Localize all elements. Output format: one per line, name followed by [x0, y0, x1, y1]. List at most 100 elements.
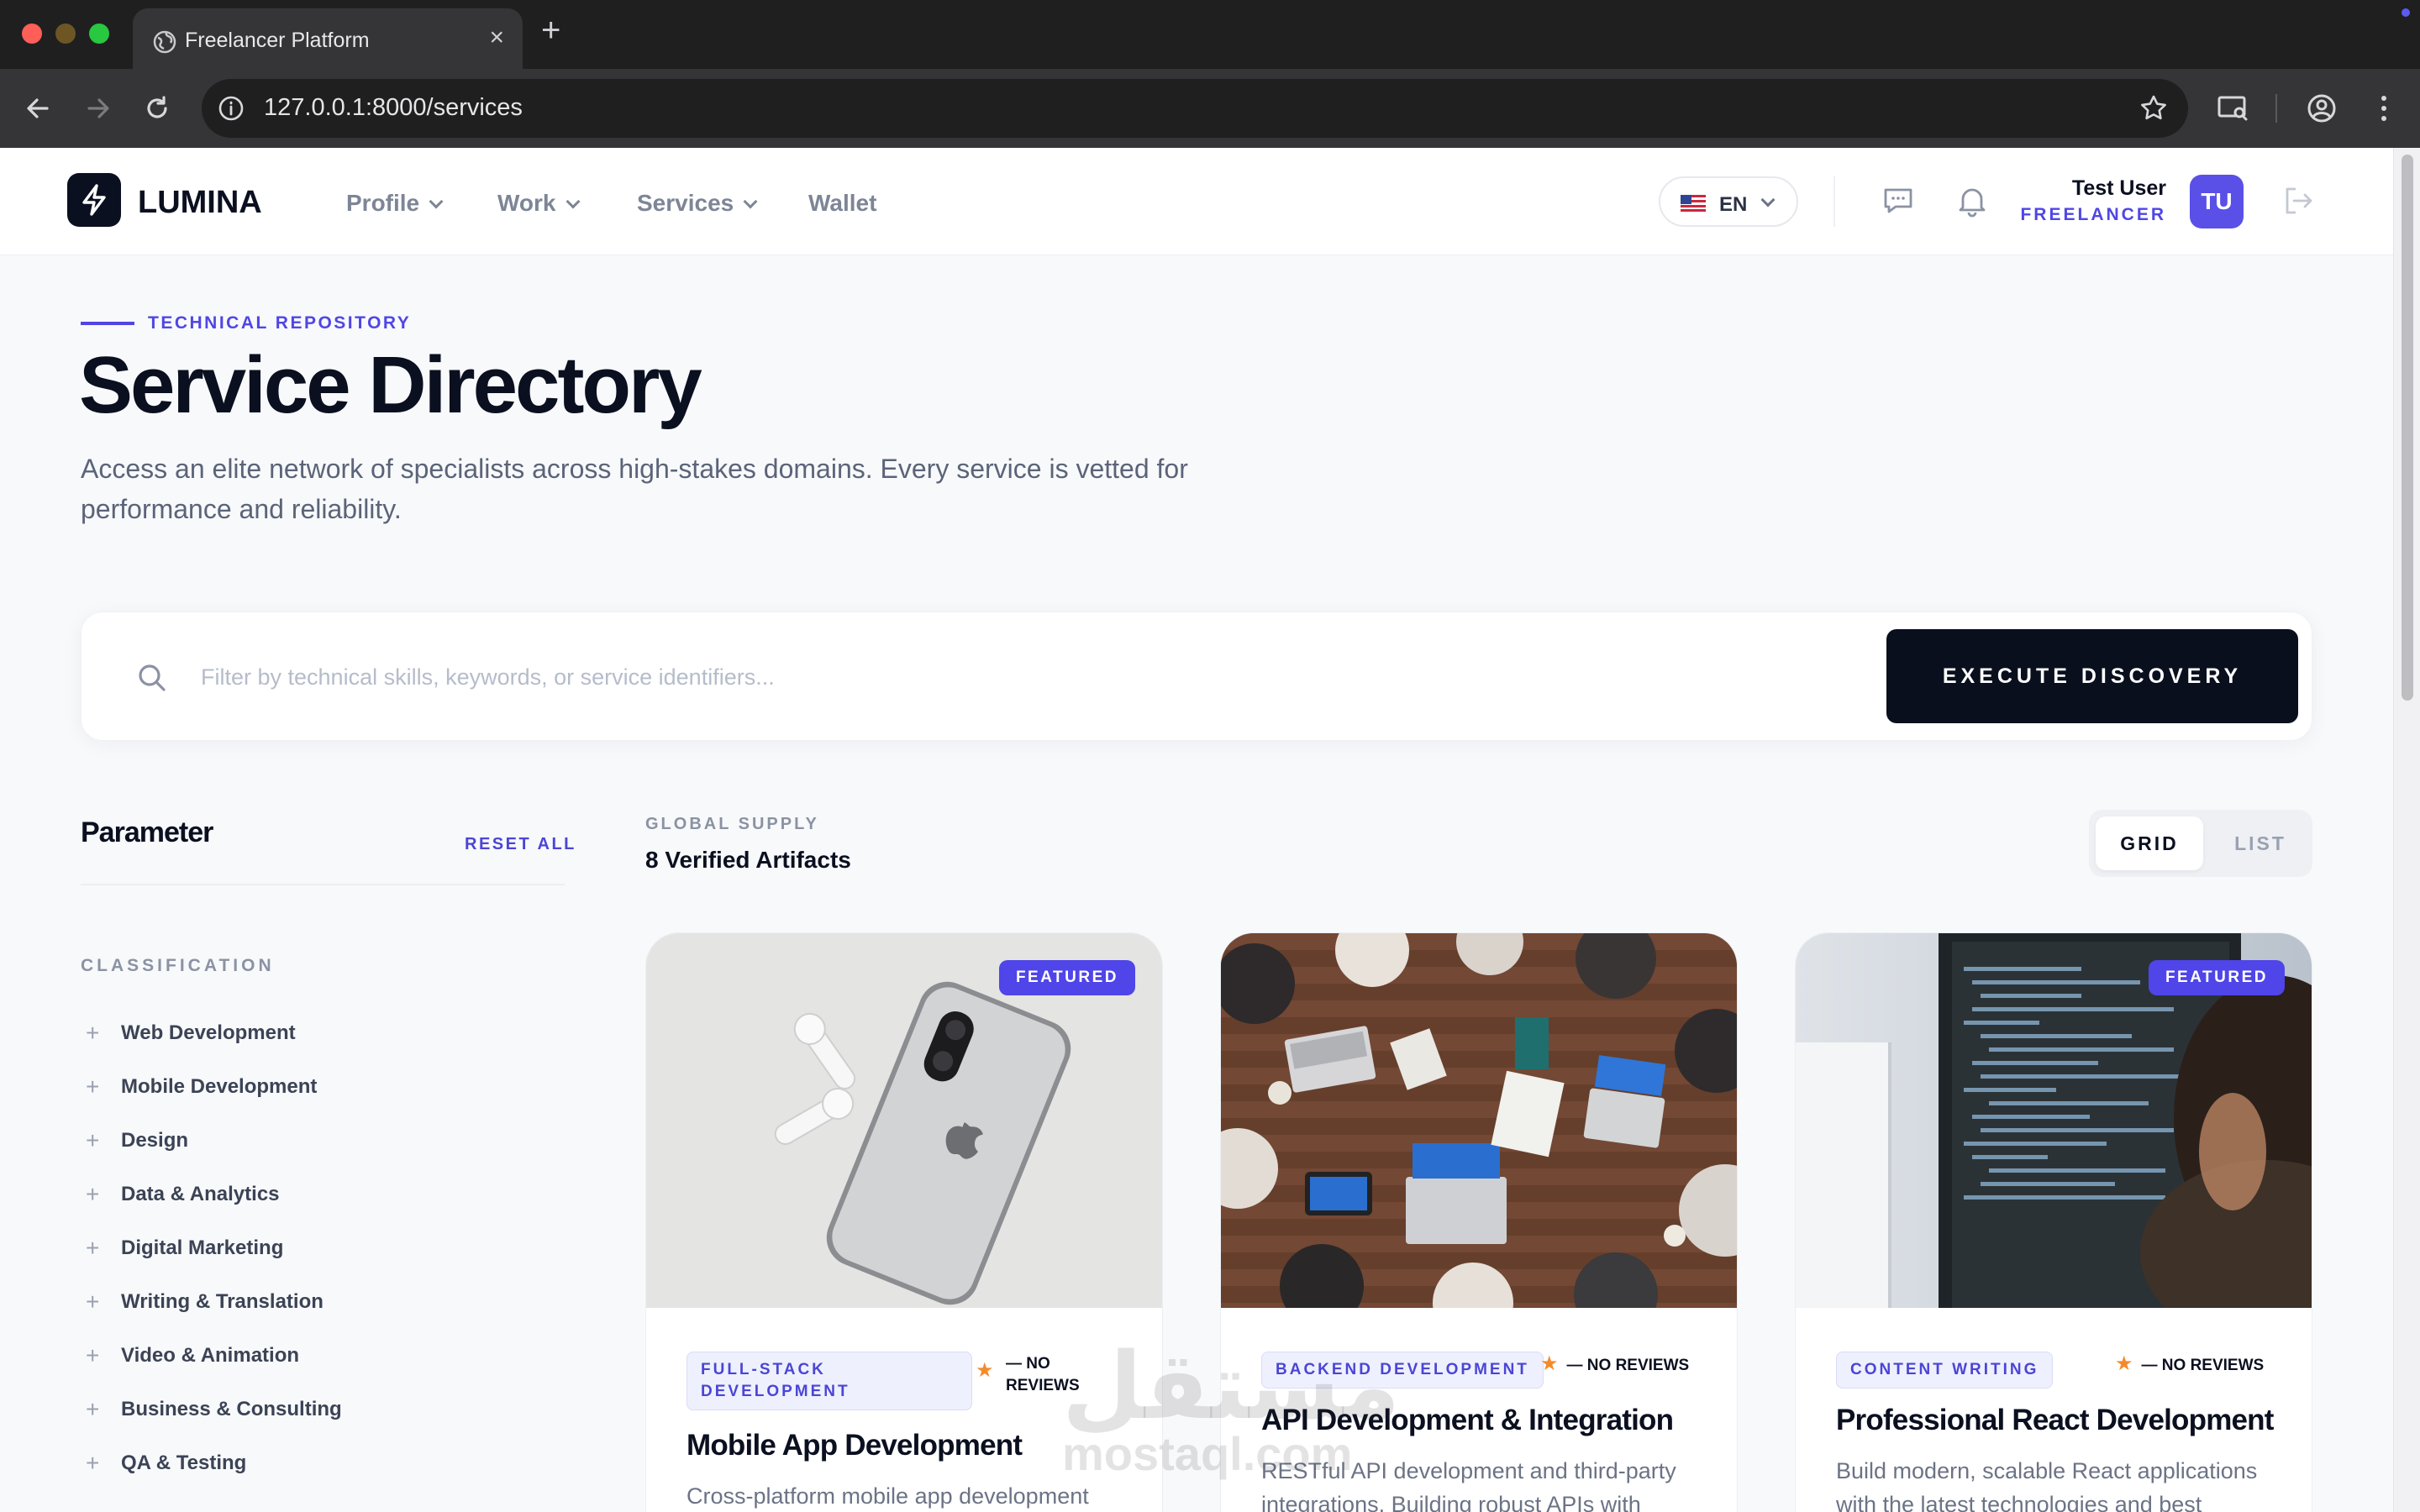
plus-icon: +	[86, 1396, 100, 1422]
category-list: + Web Development + Mobile Development + De…	[81, 1006, 342, 1490]
app-header: LUMINA Profile Work Services Wallet EN T…	[0, 148, 2393, 255]
reset-all-button[interactable]: RESET ALL	[465, 835, 576, 854]
category-tag: FULL-STACK DEVELOPMENT	[687, 1352, 972, 1410]
filter-title: Parameter	[81, 816, 213, 848]
category-item[interactable]: + Web Development	[81, 1006, 342, 1060]
user-name: Test User	[2071, 176, 2166, 200]
us-flag-icon	[1681, 195, 1706, 212]
forward-arrow-icon[interactable]	[77, 87, 119, 129]
browser-tabbar: Freelancer Platform × +	[0, 0, 2420, 69]
category-item[interactable]: + Design	[81, 1114, 342, 1168]
service-card[interactable]: FEATURED CONTENT WRITING ★ — NO REVIEWS P…	[1795, 932, 2312, 1512]
bell-icon[interactable]	[1953, 181, 1991, 220]
window-close-button[interactable]	[22, 24, 42, 44]
category-label: Writing & Translation	[121, 1290, 324, 1313]
reload-icon[interactable]	[136, 87, 178, 129]
rating: ★ — NO REVIEWS	[1540, 1353, 1689, 1377]
chat-icon[interactable]	[1879, 181, 1918, 220]
avatar[interactable]: TU	[2190, 175, 2244, 228]
new-tab-button[interactable]: +	[541, 12, 560, 50]
chevron-down-icon	[1760, 192, 1776, 207]
category-label: Video & Animation	[121, 1344, 300, 1367]
back-arrow-icon[interactable]	[17, 87, 59, 129]
address-bar[interactable]: 127.0.0.1:8000/services	[202, 79, 2188, 138]
list-view-button[interactable]: LIST	[2215, 816, 2306, 870]
page-scrollbar[interactable]	[2393, 148, 2420, 1512]
grid-view-button[interactable]: GRID	[2096, 816, 2203, 870]
window-minimize-button[interactable]	[55, 24, 76, 44]
featured-badge: FEATURED	[2148, 960, 2285, 995]
plus-icon: +	[86, 1289, 100, 1315]
toolbar-separator	[2275, 94, 2277, 123]
category-label: Digital Marketing	[121, 1236, 284, 1259]
browser-tab[interactable]: Freelancer Platform ×	[133, 8, 523, 69]
category-item[interactable]: + Video & Animation	[81, 1329, 342, 1383]
search-bar: EXECUTE DISCOVERY	[81, 612, 2312, 741]
tab-close-icon[interactable]: ×	[489, 24, 504, 52]
globe-icon	[153, 30, 176, 54]
category-label: Design	[121, 1129, 189, 1152]
nav-services-label: Services	[637, 190, 734, 216]
category-label: Mobile Development	[121, 1075, 318, 1098]
service-title[interactable]: Mobile App Development	[687, 1429, 1023, 1462]
star-icon: ★	[2115, 1352, 2133, 1375]
view-toggle: GRID LIST	[2089, 810, 2312, 877]
service-title[interactable]: Professional React Development	[1836, 1404, 2274, 1437]
category-label: QA & Testing	[121, 1452, 247, 1474]
service-image	[1221, 933, 1737, 1308]
category-item[interactable]: + QA & Testing	[81, 1436, 342, 1490]
plus-icon: +	[86, 1342, 100, 1368]
site-info-icon[interactable]	[215, 92, 247, 124]
user-role: FREELANCER	[2020, 205, 2166, 224]
rating-text: — NO REVIEWS	[1566, 1357, 1690, 1374]
service-description: Build modern, scalable React application…	[1836, 1458, 2258, 1512]
search-icon	[139, 664, 166, 691]
url-text: 127.0.0.1:8000/services	[264, 94, 523, 121]
header-divider	[1833, 176, 1835, 227]
category-label: Business & Consulting	[121, 1398, 342, 1420]
category-item[interactable]: + Writing & Translation	[81, 1275, 342, 1329]
cast-search-icon[interactable]	[2212, 87, 2254, 129]
rating: ★ — NO REVIEWS	[2115, 1353, 2264, 1377]
profile-icon[interactable]	[2301, 87, 2343, 129]
execute-discovery-button[interactable]: EXECUTE DISCOVERY	[1886, 629, 2298, 723]
plus-icon: +	[86, 1020, 100, 1046]
category-item[interactable]: + Digital Marketing	[81, 1221, 342, 1275]
scrollbar-thumb[interactable]	[2402, 155, 2413, 701]
category-tag-line: DEVELOPMENT	[701, 1383, 850, 1400]
chevron-down-icon	[566, 194, 580, 209]
tab-title: Freelancer Platform	[185, 29, 370, 52]
rating-text: — NO REVIEWS	[2141, 1357, 2265, 1374]
plus-icon: +	[86, 1235, 100, 1261]
results-count: 8 Verified Artifacts	[645, 847, 851, 873]
category-item[interactable]: + Business & Consulting	[81, 1383, 342, 1436]
window-zoom-button[interactable]	[89, 24, 109, 44]
eyebrow-accent-line	[81, 322, 134, 325]
more-menu-icon[interactable]	[2363, 87, 2405, 129]
nav-wallet-label: Wallet	[808, 190, 877, 216]
category-item[interactable]: + Data & Analytics	[81, 1168, 342, 1221]
plus-icon: +	[86, 1127, 100, 1153]
star-icon: ★	[1540, 1352, 1559, 1375]
chevron-down-icon	[429, 194, 444, 209]
page-title: Service Directory	[79, 340, 702, 430]
logo-text[interactable]: LUMINA	[138, 185, 262, 221]
plus-icon: +	[86, 1074, 100, 1100]
browser-toolbar: 127.0.0.1:8000/services	[0, 69, 2420, 148]
page-eyebrow: TECHNICAL REPOSITORY	[148, 313, 412, 333]
nav-services[interactable]: Services	[637, 190, 758, 217]
search-input[interactable]	[201, 656, 1797, 698]
logo-mark[interactable]	[67, 173, 121, 227]
classification-heading: CLASSIFICATION	[81, 956, 275, 975]
language-selector[interactable]: EN	[1659, 176, 1798, 227]
featured-badge: FEATURED	[998, 960, 1135, 995]
nav-work-label: Work	[497, 190, 556, 216]
bookmark-star-icon[interactable]	[2138, 92, 2170, 124]
plus-icon: +	[86, 1450, 100, 1476]
nav-profile[interactable]: Profile	[346, 190, 444, 217]
category-item[interactable]: + Mobile Development	[81, 1060, 342, 1114]
watermark-arabic: مستقل	[1062, 1335, 1402, 1438]
nav-work[interactable]: Work	[497, 190, 580, 217]
logout-icon[interactable]	[2279, 181, 2317, 220]
nav-wallet[interactable]: Wallet	[808, 190, 876, 217]
